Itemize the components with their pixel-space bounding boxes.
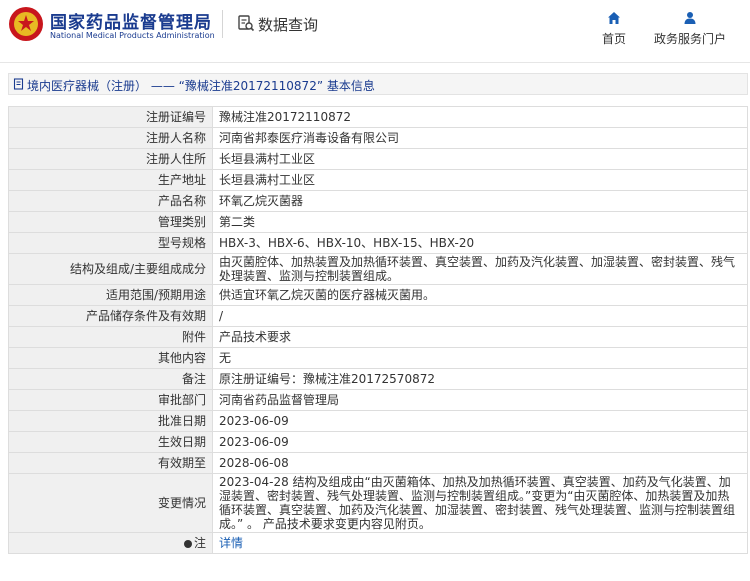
field-label: 结构及组成/主要组成成分: [8, 253, 213, 285]
user-icon: [684, 12, 696, 24]
note-icon: [183, 539, 192, 548]
field-label: 附件: [8, 326, 213, 348]
nav-service-portal[interactable]: 政务服务门户: [650, 10, 730, 47]
site-header: 国家药品监督管理局 National Medical Products Admi…: [0, 0, 750, 63]
page-section-title: 数据查询: [258, 16, 319, 34]
table-row: 管理类别 第二类: [8, 211, 748, 233]
table-row: 有效期至 2028-06-08: [8, 452, 748, 474]
table-row: 适用范围/预期用途 供适宜环氧乙烷灭菌的医疗器械灭菌用。: [8, 284, 748, 306]
table-row: 型号规格 HBX-3、HBX-6、HBX-10、HBX-15、HBX-20: [8, 232, 748, 254]
note-label-cell: 注: [8, 532, 213, 554]
field-value: 河南省药品监督管理局: [212, 389, 748, 411]
breadcrumb: 境内医疗器械（注册） —— “豫械注准20172110872” 基本信息: [8, 73, 748, 95]
table-row: 变更情况 2023-04-28 结构及组成由“由灭菌箱体、加热及加热循环装置、真空…: [8, 473, 748, 533]
field-label: 注册证编号: [8, 106, 213, 128]
registration-info-table: 注册证编号 豫械注准20172110872 注册人名称 河南省邦泰医疗消毒设备有限公司…: [8, 106, 748, 554]
field-label: 批准日期: [8, 410, 213, 432]
table-row: 注册人名称 河南省邦泰医疗消毒设备有限公司: [8, 127, 748, 149]
table-row: 附件 产品技术要求: [8, 326, 748, 348]
field-value: 长垣县满村工业区: [212, 169, 748, 191]
field-value: 长垣县满村工业区: [212, 148, 748, 170]
field-label: 产品储存条件及有效期: [8, 305, 213, 327]
note-label: 注: [193, 536, 206, 550]
field-value: 由灭菌腔体、加热装置及加热循环装置、真空装置、加药及汽化装置、加湿装置、密封装置…: [212, 253, 748, 285]
field-value: 环氧乙烷灭菌器: [212, 190, 748, 212]
field-label: 适用范围/预期用途: [8, 284, 213, 306]
field-value: 第二类: [212, 211, 748, 233]
field-value: 原注册证编号：豫械注准20172570872: [212, 368, 748, 390]
nav-service-label: 政务服务门户: [653, 32, 726, 46]
nav-home[interactable]: 首页: [596, 10, 632, 47]
nav-home-label: 首页: [601, 32, 626, 46]
field-label: 生产地址: [8, 169, 213, 191]
table-row-note: 注详情: [8, 532, 748, 554]
field-label: 备注: [8, 368, 213, 390]
field-value: 豫械注准20172110872: [212, 106, 748, 128]
national-emblem-icon: [9, 7, 43, 41]
field-label: 产品名称: [8, 190, 213, 212]
table-row: 其他内容无: [8, 347, 748, 369]
field-label: 生效日期: [8, 431, 213, 453]
field-value: 河南省邦泰医疗消毒设备有限公司: [212, 127, 748, 149]
field-value: HBX-3、HBX-6、HBX-10、HBX-15、HBX-20: [212, 232, 748, 254]
breadcrumb-text: 境内医疗器械（注册） —— “豫械注准20172110872” 基本信息: [27, 79, 375, 93]
field-label: 注册人住所: [8, 148, 213, 170]
table-row: 生产地址 长垣县满村工业区: [8, 169, 748, 191]
home-icon: [608, 12, 620, 24]
field-value: 2028-06-08: [212, 452, 748, 474]
table-row: 结构及组成/主要组成成分 由灭菌腔体、加热装置及加热循环装置、真空装置、加药及汽化…: [8, 253, 748, 285]
table-row: 产品名称 环氧乙烷灭菌器: [8, 190, 748, 212]
field-label: 变更情况: [8, 473, 213, 533]
field-value: /: [212, 305, 748, 327]
field-value: 2023-06-09: [212, 410, 748, 432]
details-link[interactable]: 详情: [219, 536, 243, 550]
brand-name-en: National Medical Products Administration: [50, 31, 215, 40]
field-label: 型号规格: [8, 232, 213, 254]
field-value: 2023-06-09: [212, 431, 748, 453]
brand-name-cn[interactable]: 国家药品监督管理局: [50, 8, 212, 33]
note-value-cell: 详情: [212, 532, 748, 554]
table-row: 审批部门 河南省药品监督管理局: [8, 389, 748, 411]
field-value: 供适宜环氧乙烷灭菌的医疗器械灭菌用。: [212, 284, 748, 306]
field-label: 管理类别: [8, 211, 213, 233]
table-row: 注册证编号 豫械注准20172110872: [8, 106, 748, 128]
table-row: 注册人住所 长垣县满村工业区: [8, 148, 748, 170]
table-row: 生效日期 2023-06-09: [8, 431, 748, 453]
field-value: 2023-04-28 结构及组成由“由灭菌箱体、加热及加热循环装置、真空装置、加…: [212, 473, 748, 533]
field-label: 有效期至: [8, 452, 213, 474]
database-search-icon: [238, 15, 255, 32]
table-row: 备注 原注册证编号：豫械注准20172570872: [8, 368, 748, 390]
field-value[interactable]: 产品技术要求: [212, 326, 748, 348]
table-row: 批准日期 2023-06-09: [8, 410, 748, 432]
field-label: 审批部门: [8, 389, 213, 411]
field-label: 其他内容: [8, 347, 213, 369]
field-value: 无: [212, 347, 748, 369]
table-row: 产品储存条件及有效期 /: [8, 305, 748, 327]
field-label: 注册人名称: [8, 127, 213, 149]
document-icon: [13, 78, 24, 90]
header-divider: [222, 10, 223, 38]
